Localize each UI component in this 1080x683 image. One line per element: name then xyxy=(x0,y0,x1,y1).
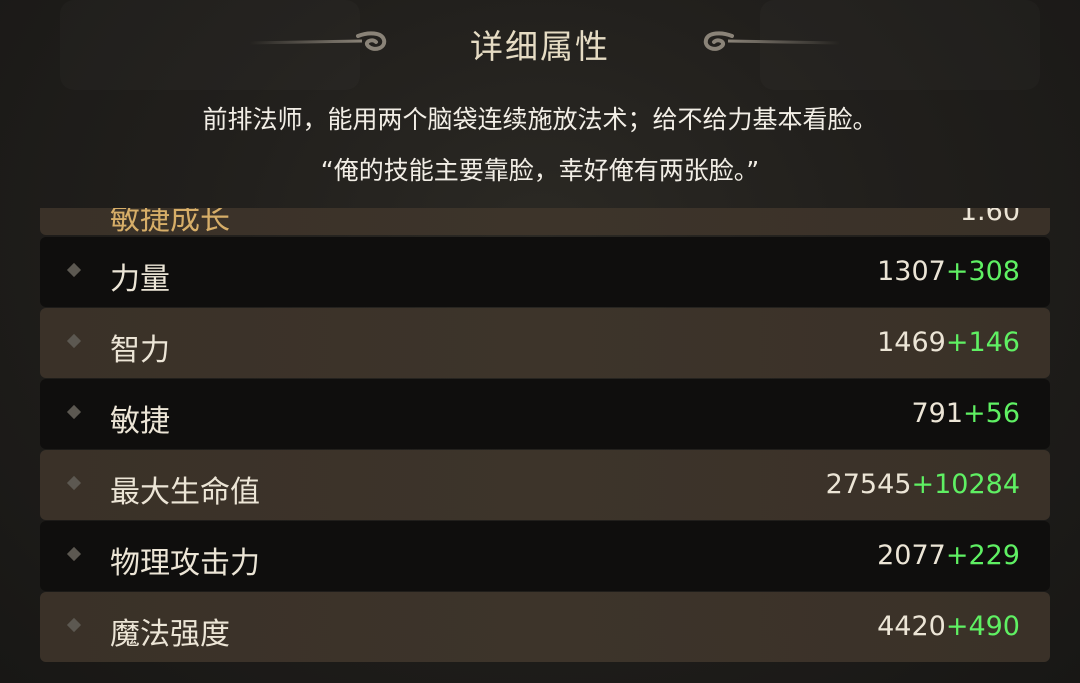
diamond-bullet-icon xyxy=(66,546,82,562)
stat-label: 物理攻击力 xyxy=(110,546,260,581)
stat-label: 力量 xyxy=(110,262,170,297)
stat-value: 27545+10284 xyxy=(826,469,1020,500)
stat-label: 敏捷成长 xyxy=(110,208,230,237)
stat-value: 1469+146 xyxy=(877,327,1020,358)
stat-value: 1307+308 xyxy=(877,256,1020,287)
stat-row-max-hp: 最大生命值 27545+10284 xyxy=(40,450,1050,520)
stat-label: 智力 xyxy=(110,333,170,368)
hero-quote: “俺的技能主要靠脸，幸好俺有两张脸。” xyxy=(320,156,760,185)
stats-list[interactable]: 敏捷成长 1.60 力量 1307+308 智力 1469+146 敏捷 791… xyxy=(40,208,1050,668)
stat-base: 1469 xyxy=(877,327,946,358)
stat-value: 2077+229 xyxy=(877,540,1020,571)
stat-base: 4420 xyxy=(877,611,946,642)
stat-bonus: +146 xyxy=(945,327,1020,358)
stat-bonus: +10284 xyxy=(911,469,1020,500)
stat-value: 4420+490 xyxy=(877,611,1020,642)
diamond-bullet-icon xyxy=(66,333,82,349)
stat-label: 最大生命值 xyxy=(110,475,260,510)
stat-row-physical-attack: 物理攻击力 2077+229 xyxy=(40,521,1050,591)
stat-base: 1307 xyxy=(877,256,946,287)
right-ornament-icon xyxy=(703,31,840,51)
stat-row-magic-power: 魔法强度 4420+490 xyxy=(40,592,1050,662)
stat-row-strength: 力量 1307+308 xyxy=(40,237,1050,307)
hero-description: 前排法师，能用两个脑袋连续施放法术；给不给力基本看脸。 xyxy=(202,105,878,134)
diamond-bullet-icon xyxy=(66,404,82,420)
stat-bonus: +229 xyxy=(945,540,1020,571)
stat-value: 1.60 xyxy=(959,208,1020,227)
diamond-bullet-icon xyxy=(66,475,82,491)
attribute-panel: 详细属性 前排法师，能用两个脑袋连续施放法术；给不给力基本看脸。 “俺的技能主要… xyxy=(0,0,1080,683)
diamond-bullet-icon xyxy=(66,617,82,633)
diamond-bullet-icon xyxy=(66,262,82,278)
stat-bonus: +56 xyxy=(963,398,1020,429)
panel-header: 详细属性 xyxy=(0,14,1080,74)
stat-label: 敏捷 xyxy=(110,404,170,439)
stat-value: 791+56 xyxy=(911,398,1020,429)
stat-bonus: +308 xyxy=(945,256,1020,287)
stat-row-agility: 敏捷 791+56 xyxy=(40,379,1050,449)
stat-row-intelligence: 智力 1469+146 xyxy=(40,308,1050,378)
page-title: 详细属性 xyxy=(470,27,610,66)
stat-base: 27545 xyxy=(825,469,912,500)
stat-row-growth: 敏捷成长 1.60 xyxy=(40,208,1050,237)
stat-bonus: +490 xyxy=(945,611,1020,642)
stat-label: 魔法强度 xyxy=(110,617,230,652)
stat-base: 2077 xyxy=(877,540,946,571)
stat-base: 791 xyxy=(911,398,964,429)
